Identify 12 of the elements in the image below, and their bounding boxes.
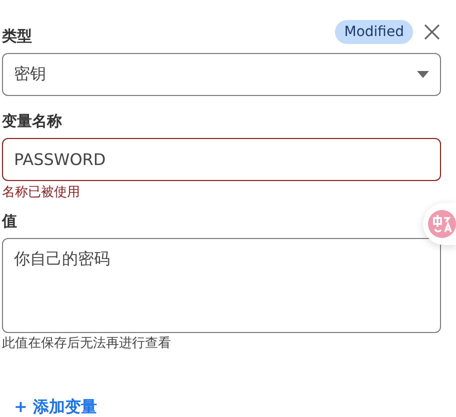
close-icon[interactable] — [423, 23, 441, 41]
name-input-field[interactable]: PASSWORD — [2, 138, 441, 181]
add-variable-button[interactable]: + 添加变量 — [14, 397, 97, 417]
caret-icon — [417, 71, 429, 78]
field-label: 类型 — [2, 26, 32, 47]
type-dropdown[interactable]: 密钥 — [2, 53, 441, 96]
value-text-area[interactable]: 你自己的密码 — [2, 238, 441, 333]
status-badge: Modified — [335, 20, 413, 44]
error-message: 名称已被使用 — [2, 184, 80, 202]
hint-text: 此值在保存后无法再进行查看 — [2, 335, 171, 353]
field-label: 值 — [2, 211, 17, 232]
field-label: 变量名称 — [2, 111, 62, 132]
